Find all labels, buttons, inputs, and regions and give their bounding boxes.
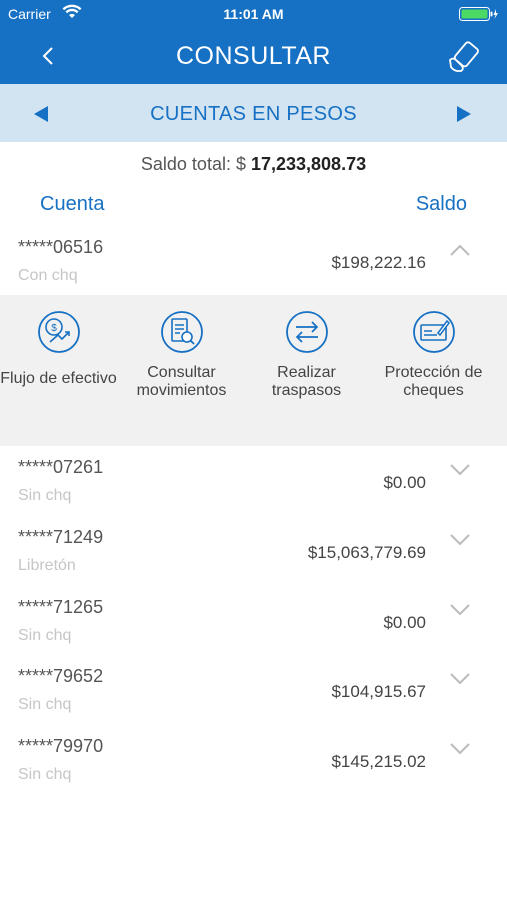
- total-balance-label: Saldo total: $: [140, 154, 246, 174]
- cash-flow-icon: $: [37, 311, 80, 353]
- account-balance: $104,915.67: [331, 682, 426, 701]
- account-type: Sin chq: [18, 627, 72, 644]
- account-number: *****71249: [18, 527, 104, 547]
- next-arrow-icon[interactable]: [457, 106, 471, 122]
- column-header-balance: Saldo: [415, 193, 467, 215]
- account-row[interactable]: *****79970 Sin chq $145,215.02: [0, 734, 507, 802]
- page-title: CONSULTAR: [176, 42, 331, 70]
- account-row[interactable]: *****71265 Sin chq $0.00: [0, 595, 507, 663]
- view-transactions-button[interactable]: Consultar movimientos: [118, 310, 245, 400]
- cash-flow-button[interactable]: $ Flujo de efectivo: [0, 310, 122, 388]
- account-type: Sin chq: [18, 696, 72, 713]
- account-balance: $15,063,779.69: [307, 543, 426, 562]
- action-label: Realizar traspasos: [271, 364, 342, 399]
- transfer-arrows-icon: [285, 311, 328, 353]
- account-type-label: CUENTAS EN PESOS: [150, 103, 357, 125]
- account-balance: $0.00: [383, 613, 426, 632]
- chevron-down-icon[interactable]: [449, 603, 471, 617]
- chevron-up-icon[interactable]: [449, 243, 471, 257]
- chevron-down-icon[interactable]: [449, 672, 471, 686]
- account-number: *****79970: [18, 736, 104, 756]
- action-label: Flujo de efectivo: [0, 370, 117, 387]
- nav-bar: CONSULTAR: [0, 28, 507, 84]
- document-search-icon: [160, 311, 203, 353]
- account-number: *****06516: [18, 237, 104, 257]
- action-label: Protección de cheques: [384, 364, 483, 399]
- action-label: Consultar movimientos: [136, 364, 227, 399]
- chevron-down-icon[interactable]: [449, 742, 471, 756]
- account-type: Libretón: [18, 557, 76, 574]
- account-balance: $145,215.02: [331, 752, 426, 771]
- account-type-switcher: CUENTAS EN PESOS: [0, 84, 507, 142]
- account-row[interactable]: *****71249 Libretón $15,063,779.69: [0, 525, 507, 593]
- total-balance-amount: 17,233,808.73: [250, 154, 367, 174]
- account-row[interactable]: *****07261 Sin chq $0.00: [0, 455, 507, 523]
- svg-text:$: $: [51, 323, 57, 334]
- transfers-button[interactable]: Realizar traspasos: [243, 310, 370, 400]
- status-bar: Carrier 11:01 AM: [0, 0, 507, 28]
- check-protection-icon: [412, 311, 455, 353]
- total-balance: Saldo total: $ 17,233,808.73: [0, 154, 507, 175]
- hand-phone-icon[interactable]: [445, 40, 479, 74]
- account-balance: $0.00: [383, 473, 426, 492]
- column-header-account: Cuenta: [40, 193, 105, 215]
- account-actions-panel: $ Flujo de efectivo Consultar movimiento…: [0, 295, 507, 446]
- battery-icon: [459, 7, 498, 21]
- account-type: Sin chq: [18, 487, 72, 504]
- account-number: *****07261: [18, 457, 104, 477]
- clock: 11:01 AM: [223, 6, 284, 22]
- account-row[interactable]: *****79652 Sin chq $104,915.67: [0, 664, 507, 732]
- chevron-down-icon[interactable]: [449, 533, 471, 547]
- account-number: *****79652: [18, 666, 104, 686]
- account-number: *****71265: [18, 597, 104, 617]
- check-protection-button[interactable]: Protección de cheques: [370, 310, 497, 400]
- account-row[interactable]: *****06516 Con chq $198,222.16: [0, 235, 507, 303]
- account-balance: $198,222.16: [331, 253, 426, 272]
- chevron-down-icon[interactable]: [449, 463, 471, 477]
- account-type: Con chq: [18, 267, 78, 284]
- account-type: Sin chq: [18, 766, 72, 783]
